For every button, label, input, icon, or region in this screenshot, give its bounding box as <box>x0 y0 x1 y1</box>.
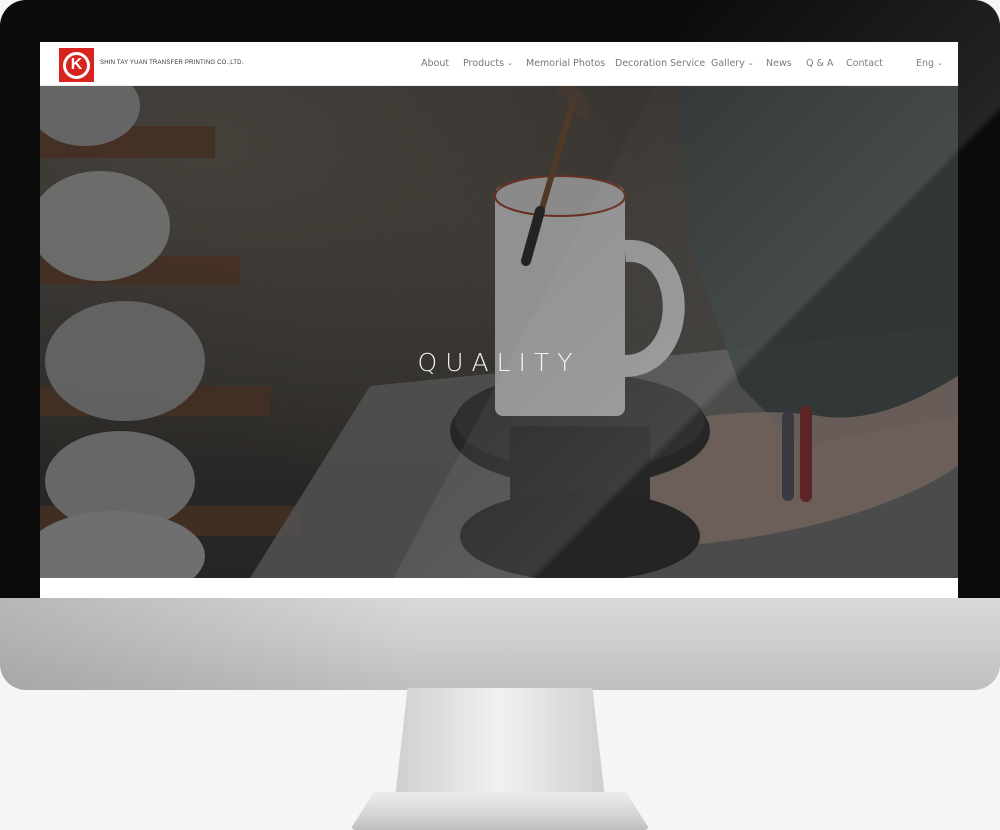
nav-gallery-label: Gallery <box>711 58 745 69</box>
chevron-down-icon: ⌄ <box>747 59 754 67</box>
nav-news-label: News <box>766 58 792 69</box>
chevron-down-icon: ⌄ <box>507 59 513 67</box>
nav-memorial-photos[interactable]: Memorial Photos <box>526 58 605 69</box>
nav-contact-label: Contact <box>846 58 883 69</box>
nav-memorial-photos-label: Memorial Photos <box>526 58 606 69</box>
nav-about[interactable]: About <box>421 58 449 69</box>
nav-gallery[interactable]: Gallery ⌄ <box>711 58 754 69</box>
website-screen: K SHIN TAY YUAN TRANSFER PRINTING CO.,LT… <box>40 42 958 598</box>
monitor-stand-neck <box>395 688 605 798</box>
brand-logo[interactable]: K <box>59 48 94 82</box>
hero-title: QUALITY <box>417 348 581 377</box>
nav-news[interactable]: News <box>766 58 792 69</box>
language-selector[interactable]: Eng ⌄ <box>916 58 943 69</box>
nav-decoration-service-label: Decoration Service <box>615 58 706 69</box>
nav-about-label: About <box>421 58 450 69</box>
language-label: Eng <box>916 58 935 69</box>
navbar: K SHIN TAY YUAN TRANSFER PRINTING CO.,LT… <box>40 42 958 86</box>
nav-contact[interactable]: Contact <box>846 58 883 69</box>
nav-qa[interactable]: Q & A <box>806 58 833 69</box>
nav-decoration-service[interactable]: Decoration Service <box>615 58 705 69</box>
logo-k-icon: K <box>63 51 90 79</box>
monitor-chin-shade <box>0 598 420 690</box>
monitor-stand-foot <box>350 792 650 830</box>
hero-slider: QUALITY <box>40 86 958 578</box>
monitor-bezel: K SHIN TAY YUAN TRANSFER PRINTING CO.,LT… <box>0 0 1000 600</box>
company-name: SHIN TAY YUAN TRANSFER PRINTING CO.,LTD. <box>100 60 244 66</box>
nav-products-label: Products <box>463 58 505 69</box>
chevron-down-icon: ⌄ <box>937 59 943 67</box>
nav-qa-label: Q & A <box>806 58 834 69</box>
hero-dark-overlay <box>40 86 958 578</box>
monitor-mockup: K SHIN TAY YUAN TRANSFER PRINTING CO.,LT… <box>0 0 1000 830</box>
nav-products[interactable]: Products ⌄ <box>463 58 513 69</box>
